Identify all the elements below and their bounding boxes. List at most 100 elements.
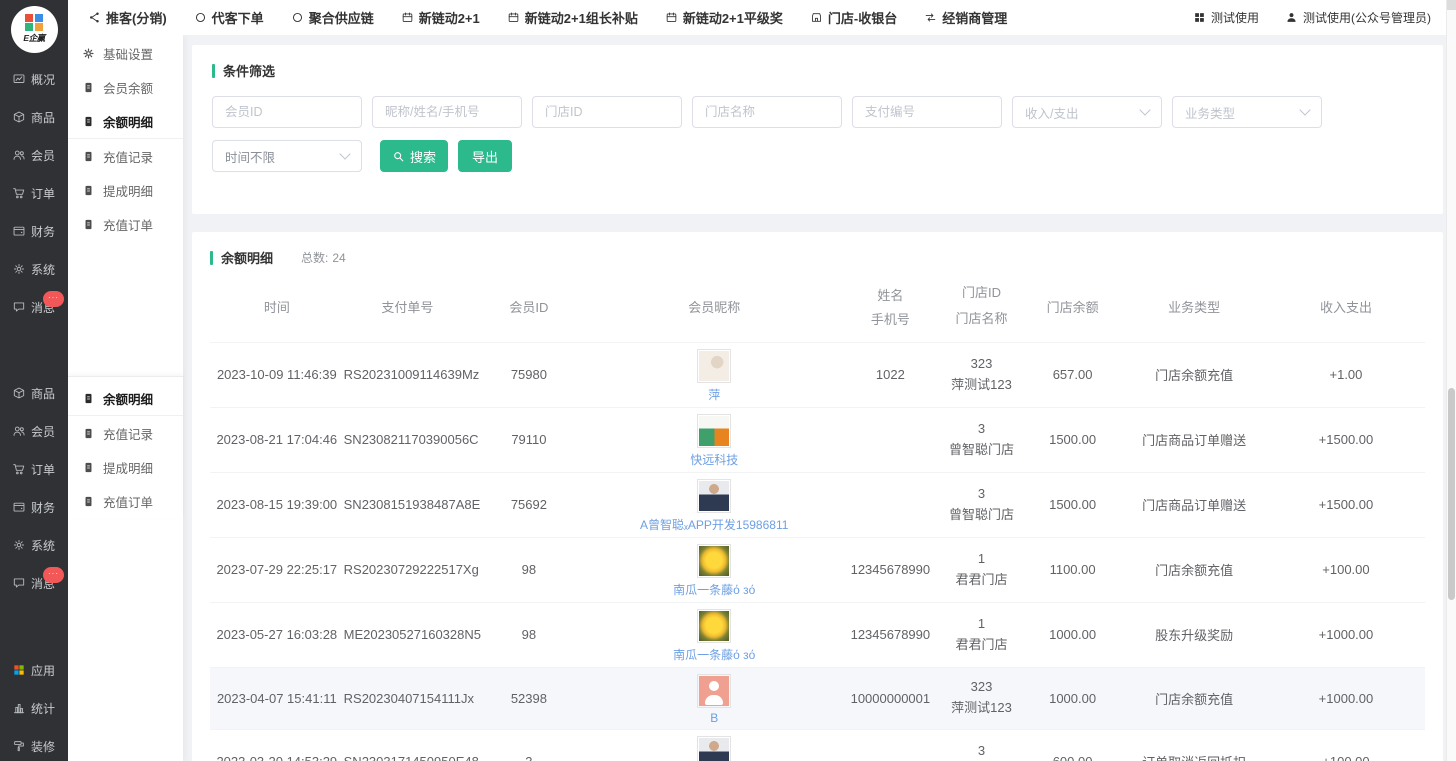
cell-nickname: B <box>587 668 842 729</box>
rail-item-member[interactable]: 会员 <box>0 136 68 174</box>
stats-icon <box>12 701 26 715</box>
rail-item-apps[interactable]: 应用 <box>0 651 68 689</box>
rail-item-system[interactable]: 系统 <box>0 526 68 564</box>
store-name: 萍测试123 <box>939 375 1024 396</box>
member-nickname-link[interactable]: 南瓜一条藤ό зό <box>673 646 755 663</box>
rail-item-label: 订单 <box>31 461 55 478</box>
rail-item-order[interactable]: 订单 <box>0 174 68 212</box>
member-nickname-link[interactable]: 快远科技 <box>690 451 738 468</box>
rail-item-paint[interactable]: 装修 <box>0 727 68 761</box>
main-content: 条件筛选 收入/支出业务类型 时间不限 搜索 导出 余额明细 <box>183 35 1447 761</box>
cell-store: 3曾智聪门店 <box>939 419 1024 461</box>
filter-section-title: 条件筛选 <box>212 61 1423 80</box>
page-scrollbar[interactable] <box>1446 0 1456 761</box>
rail-item-system[interactable]: 系统 <box>0 250 68 288</box>
topnav-item[interactable]: 新链动2+1平级奖 <box>665 8 783 27</box>
filter-text-input[interactable] <box>532 96 682 128</box>
submenu-item[interactable]: 充值订单 <box>68 207 183 241</box>
rail-item-stats[interactable]: 统计 <box>0 689 68 727</box>
topnav-item[interactable]: 推客(分销) <box>88 8 167 27</box>
topbar-user-item[interactable]: 测试使用 <box>1193 9 1259 26</box>
doc-icon <box>82 184 95 197</box>
topnav-item[interactable]: 新链动2+1组长补贴 <box>507 8 638 27</box>
filter-text-input[interactable] <box>212 96 362 128</box>
store-name: 萍测试123 <box>939 698 1024 719</box>
time-range-select[interactable]: 时间不限 <box>212 140 362 172</box>
submenu-item[interactable]: 提成明细 <box>68 173 183 207</box>
submenu-item[interactable]: 充值记录 <box>68 416 183 450</box>
filter-text-input[interactable] <box>852 96 1002 128</box>
search-button[interactable]: 搜索 <box>380 140 448 172</box>
filter-select[interactable]: 业务类型 <box>1172 96 1322 128</box>
member-nickname-link[interactable]: B <box>710 711 718 725</box>
filter-text-input[interactable] <box>692 96 842 128</box>
submenu-item[interactable]: 余额明细 <box>68 381 183 416</box>
scrollbar-thumb[interactable] <box>1448 388 1455 600</box>
cell-time: 2023-08-15 19:39:00 <box>210 497 344 512</box>
submenu-item-label: 余额明细 <box>103 112 153 131</box>
rail-item-message[interactable]: 消息··· <box>0 288 68 326</box>
column-header-line: 会员ID <box>471 297 586 316</box>
rail-item-message[interactable]: 消息··· <box>0 564 68 602</box>
sidebar-group-1: 概况商品会员订单财务系统消息··· <box>0 60 68 326</box>
topnav-item[interactable]: 经销商管理 <box>924 8 1007 27</box>
cell-member-id: 98 <box>471 562 586 577</box>
filter-text-input[interactable] <box>372 96 522 128</box>
table-header-row: 时间支付单号会员ID会员昵称姓名手机号门店ID门店名称门店余额业务类型收入支出 <box>210 275 1425 342</box>
rail-item-label: 会员 <box>31 423 55 440</box>
submenu-item-label: 余额明细 <box>103 389 153 408</box>
cell-balance: 1500.00 <box>1024 432 1121 447</box>
submenu-item-label: 充值订单 <box>103 215 153 234</box>
submenu-item[interactable]: 余额明细 <box>68 104 183 139</box>
system-icon <box>12 538 26 552</box>
rail-item-goods[interactable]: 商品 <box>0 98 68 136</box>
table-row: 2023-10-09 11:46:39RS20231009114639Mz759… <box>210 342 1425 407</box>
topnav-item[interactable]: 聚合供应链 <box>291 8 374 27</box>
store-name: 曾智聪门店 <box>939 505 1024 526</box>
topnav-item-label: 新链动2+1 <box>419 8 480 27</box>
topnav-item[interactable]: 代客下单 <box>194 8 264 27</box>
rail-item-overview[interactable]: 概况 <box>0 60 68 98</box>
exchange-icon <box>924 11 937 24</box>
calendar-icon <box>401 11 414 24</box>
member-nickname-link[interactable]: 萍 <box>708 386 720 403</box>
submenu-item[interactable]: 充值订单 <box>68 484 183 518</box>
finance-icon <box>12 224 26 238</box>
rail-item-finance[interactable]: 财务 <box>0 488 68 526</box>
submenu-item[interactable]: 会员余额 <box>68 70 183 104</box>
order-icon <box>12 186 26 200</box>
submenu-item[interactable]: 提成明细 <box>68 450 183 484</box>
app-logo[interactable]: E企赢 <box>0 0 68 58</box>
green-accent-bar <box>212 64 215 78</box>
export-button[interactable]: 导出 <box>458 140 512 172</box>
submenu-item[interactable]: 充值记录 <box>68 139 183 173</box>
column-header-line: 时间 <box>210 297 344 316</box>
member-avatar <box>697 609 731 643</box>
table-row: 2023-03-20 14:53:29SN2303171450950E483A曾… <box>210 729 1425 761</box>
topnav-item[interactable]: 门店-收银台 <box>810 8 897 27</box>
topnav-item-label: 新链动2+1组长补贴 <box>525 8 638 27</box>
circle-icon <box>291 11 304 24</box>
store-id: 323 <box>939 354 1024 375</box>
rail-item-label: 系统 <box>31 261 55 278</box>
doc-icon <box>82 115 95 128</box>
rail-item-order[interactable]: 订单 <box>0 450 68 488</box>
column-header: 支付单号 <box>344 283 472 330</box>
rail-item-goods[interactable]: 商品 <box>0 374 68 412</box>
scroll-up-arrow[interactable] <box>1447 0 1456 10</box>
filter-select[interactable]: 收入/支出 <box>1012 96 1162 128</box>
rail-item-finance[interactable]: 财务 <box>0 212 68 250</box>
filter-select-value: 收入/支出 <box>1025 103 1078 122</box>
submenu-item[interactable]: 基础设置 <box>68 36 183 70</box>
cell-store: 3曾智聪门店 <box>939 484 1024 526</box>
member-nickname-link[interactable]: A曾智聪ₓAPP开发15986811 <box>640 516 788 533</box>
topbar-user-item[interactable]: 测试使用(公众号管理员) <box>1285 9 1431 26</box>
column-header: 姓名手机号 <box>842 283 939 330</box>
cell-amount: +1000.00 <box>1267 691 1425 706</box>
topnav-item[interactable]: 新链动2+1 <box>401 8 480 27</box>
rail-item-member[interactable]: 会员 <box>0 412 68 450</box>
column-header: 收入支出 <box>1267 283 1425 330</box>
cell-nickname: 南瓜一条藤ό зό <box>587 538 842 602</box>
member-nickname-link[interactable]: 南瓜一条藤ό зό <box>673 581 755 598</box>
member-avatar <box>697 674 731 708</box>
